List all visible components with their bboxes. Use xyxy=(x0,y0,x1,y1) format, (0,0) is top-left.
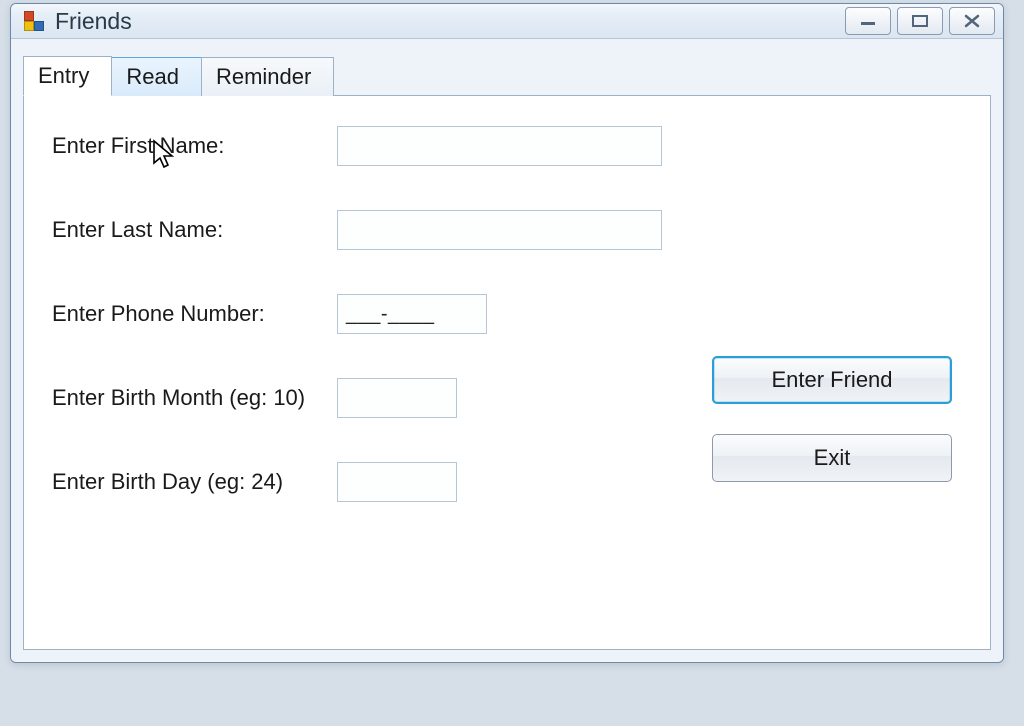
label-birth-month: Enter Birth Month (eg: 10) xyxy=(52,385,337,411)
tabstrip: Entry Read Reminder xyxy=(23,55,991,95)
maximize-button[interactable] xyxy=(897,7,943,35)
tab-read[interactable]: Read xyxy=(111,57,202,96)
first-name-input[interactable] xyxy=(337,126,662,166)
birth-month-input[interactable] xyxy=(337,378,457,418)
minimize-icon xyxy=(858,15,878,27)
maximize-icon xyxy=(910,14,930,28)
last-name-input[interactable] xyxy=(337,210,662,250)
exit-button[interactable]: Exit xyxy=(712,434,952,482)
tabpage-entry: Enter First Name: Enter Last Name: Enter… xyxy=(23,95,991,650)
label-birth-day: Enter Birth Day (eg: 24) xyxy=(52,469,337,495)
tab-entry[interactable]: Entry xyxy=(23,56,112,96)
tab-reminder[interactable]: Reminder xyxy=(201,57,334,96)
enter-friend-button[interactable]: Enter Friend xyxy=(712,356,952,404)
minimize-button[interactable] xyxy=(845,7,891,35)
window-title: Friends xyxy=(55,8,845,35)
window-controls xyxy=(845,7,995,35)
phone-input[interactable]: ___-____ xyxy=(337,294,487,334)
row-phone: Enter Phone Number: ___-____ xyxy=(52,294,962,334)
row-last-name: Enter Last Name: xyxy=(52,210,962,250)
label-first-name: Enter First Name: xyxy=(52,133,337,159)
label-phone: Enter Phone Number: xyxy=(52,301,337,327)
app-icon xyxy=(23,10,45,32)
client-area: Entry Read Reminder Enter First Name: En… xyxy=(11,39,1003,662)
side-buttons: Enter Friend Exit xyxy=(712,356,952,482)
label-last-name: Enter Last Name: xyxy=(52,217,337,243)
titlebar: Friends xyxy=(11,4,1003,39)
app-window: Friends Entry Read Reminder Enter First … xyxy=(10,3,1004,663)
close-icon xyxy=(962,14,982,28)
birth-day-input[interactable] xyxy=(337,462,457,502)
close-button[interactable] xyxy=(949,7,995,35)
row-first-name: Enter First Name: xyxy=(52,126,962,166)
